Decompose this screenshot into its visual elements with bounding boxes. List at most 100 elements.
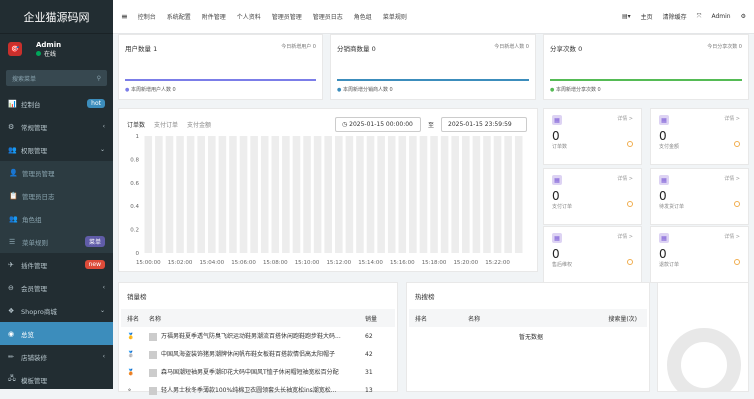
rank-icon: 🥈 bbox=[127, 350, 135, 358]
sidebar-item-6[interactable]: ☰ 菜单规则 菜单 bbox=[0, 230, 113, 253]
sidebar-item-label: 常规管理 bbox=[21, 123, 47, 132]
top-nav-item-6[interactable]: 角色组 bbox=[354, 12, 372, 21]
product-name: 森马国潮短袖男夏季潮印花大码中国风T恤子休闲帽短袖宽松百分配 bbox=[143, 363, 359, 381]
top-right-item-5[interactable]: ⚙ bbox=[741, 13, 746, 20]
top-nav-item-5[interactable]: 管理员日志 bbox=[313, 12, 343, 21]
sales-count: 31 bbox=[365, 368, 373, 376]
sidebar-item-4[interactable]: 📋 管理员日志 bbox=[0, 184, 113, 207]
x-tick-label: 15:18:00 bbox=[422, 260, 447, 266]
bar-background bbox=[366, 136, 375, 253]
bar-background bbox=[176, 136, 184, 253]
metric-value: 0 bbox=[552, 189, 560, 203]
top-right-item-3[interactable]: ⤧ bbox=[697, 13, 702, 21]
table-row[interactable]: 🥉 森马国潮短袖男夏季潮印花大码中国风T恤子休闲帽短袖宽松百分配 31 bbox=[121, 363, 395, 381]
menu-icon: 📊 bbox=[8, 99, 17, 108]
metric-value: 0 bbox=[659, 129, 667, 143]
app-logo[interactable]: 企业猫源码网 bbox=[0, 0, 113, 34]
bar-background bbox=[303, 136, 311, 253]
donut-chart bbox=[667, 328, 741, 391]
sidebar-item-label: 模板管理 bbox=[21, 376, 47, 385]
x-tick-label: 15:04:00 bbox=[199, 260, 224, 266]
metric-value: 0 bbox=[552, 247, 560, 261]
sidebar-item-2[interactable]: 👥 权限管理 ⌄ bbox=[0, 138, 113, 161]
metric-label: 售后维权 bbox=[552, 262, 573, 268]
donut-card bbox=[657, 282, 749, 392]
menu-toggle-icon[interactable]: ≡ bbox=[121, 12, 128, 21]
top-right-item-0[interactable]: ▤▾ bbox=[622, 13, 631, 20]
top-nav-item-2[interactable]: 附件管理 bbox=[202, 12, 226, 21]
menu-icon: 📋 bbox=[9, 191, 18, 200]
sidebar-item-9[interactable]: ❖ Shopro商城 ⌄ bbox=[0, 299, 113, 322]
table-row[interactable]: 🥈 中国风海盗装饰猪男潮牌休闲帆布鞋女板鞋百搭款情侣高太阳帽子 42 bbox=[121, 345, 395, 363]
sidebar-item-7[interactable]: ✈ 插件管理 new bbox=[0, 253, 113, 276]
top-nav-item-1[interactable]: 系统配置 bbox=[167, 12, 191, 21]
chevron-icon: ⌄ bbox=[99, 307, 105, 314]
product-name: 中国风海盗装饰猪男潮牌休闲帆布鞋女板鞋百搭款情侣高太阳帽子 bbox=[143, 345, 359, 363]
avatar: 🎯 bbox=[8, 42, 22, 56]
top-right-item-1[interactable]: 主页 bbox=[641, 12, 653, 21]
stat-title: 用户数量 1 bbox=[125, 45, 158, 53]
rank-icon: ⚬ bbox=[127, 386, 133, 394]
details-link[interactable]: 详情 > bbox=[724, 233, 740, 240]
y-tick-label: 0.2 bbox=[130, 228, 139, 234]
sidebar-item-0[interactable]: 📊 控制台 hot bbox=[0, 92, 113, 115]
top-right-item-2[interactable]: 清除缓存 bbox=[663, 12, 687, 21]
hot-empty-text: 暂无数据 bbox=[518, 333, 543, 341]
menu-icon: ⊖ bbox=[8, 283, 14, 292]
clock-icon bbox=[734, 201, 740, 207]
bar-background bbox=[197, 136, 205, 253]
search-icon[interactable]: ⚲ bbox=[97, 75, 101, 82]
menu-icon: 👥 bbox=[8, 145, 17, 154]
details-link[interactable]: 详情 > bbox=[724, 175, 740, 182]
metric-card-3[interactable]: ▦ 详情 > 0 待发货订单 bbox=[650, 168, 749, 225]
chevron-icon: ‹ bbox=[102, 123, 105, 130]
metric-label: 支付订单 bbox=[552, 204, 573, 210]
top-nav-item-3[interactable]: 个人资料 bbox=[237, 12, 261, 21]
top-right-item-4[interactable]: Admin bbox=[711, 13, 730, 20]
metric-icon: ▦ bbox=[659, 233, 669, 243]
x-tick-label: 15:02:00 bbox=[168, 260, 193, 266]
sidebar-item-label: 控制台 bbox=[21, 100, 41, 109]
metric-card-4[interactable]: ▦ 详情 > 0 售后维权 bbox=[543, 226, 642, 283]
x-tick-label: 15:10:00 bbox=[295, 260, 320, 266]
sidebar-item-8[interactable]: ⊖ 会员管理 ‹ bbox=[0, 276, 113, 299]
order-chart-card: 订单数 支付订单 支付金额 ◷ 2025-01-15 00:00:00 至 2025… bbox=[118, 108, 538, 272]
sidebar-item-1[interactable]: ⚙ 常规管理 ‹ bbox=[0, 115, 113, 138]
sidebar-item-label: 会员管理 bbox=[21, 284, 47, 293]
sales-count: 42 bbox=[365, 350, 373, 358]
table-row[interactable]: ⚬ 轻人男士秋冬季薄款100%纯棉卫衣圆领套头长袖宽松ins潮宽松... 13 bbox=[121, 381, 395, 399]
hot-col-rank: 排名 bbox=[415, 315, 428, 323]
stat-today: 今日分享次数 0 bbox=[707, 44, 742, 50]
sidebar-item-10[interactable]: ◉ 总览 bbox=[0, 322, 113, 345]
sidebar-item-12[interactable]: 🖧 模板管理 bbox=[0, 368, 113, 391]
top-nav-item-7[interactable]: 菜单规则 bbox=[383, 12, 407, 21]
top-nav: 控制台 系统配置 附件管理 个人资料 管理员管理 管理员日志 角色组 菜单规则 bbox=[138, 12, 418, 21]
top-nav-item-0[interactable]: 控制台 bbox=[138, 12, 156, 21]
details-link[interactable]: 详情 > bbox=[617, 115, 633, 122]
metric-card-2[interactable]: ▦ 详情 > 0 支付订单 bbox=[543, 168, 642, 225]
hot-search-card: 热搜榜 排名 名称 搜索量(次) 暂无数据 bbox=[406, 282, 650, 392]
details-link[interactable]: 详情 > bbox=[617, 175, 633, 182]
sidebar-item-3[interactable]: 👤 管理员管理 bbox=[0, 161, 113, 184]
bar-background bbox=[409, 136, 417, 253]
sidebar-item-11[interactable]: ✏ 店铺装修 ‹ bbox=[0, 345, 113, 368]
metric-card-0[interactable]: ▦ 详情 > 0 订单数 bbox=[543, 108, 642, 165]
top-nav-item-4[interactable]: 管理员管理 bbox=[272, 12, 302, 21]
sidebar-item-label: 管理员管理 bbox=[22, 169, 55, 178]
metric-value: 0 bbox=[552, 129, 560, 143]
y-tick-label: 1 bbox=[136, 134, 140, 140]
details-link[interactable]: 详情 > bbox=[617, 233, 633, 240]
sales-count: 13 bbox=[365, 386, 373, 394]
metric-card-1[interactable]: ▦ 详情 > 0 支付金额 bbox=[650, 108, 749, 165]
details-link[interactable]: 详情 > bbox=[724, 115, 740, 122]
sidebar-item-5[interactable]: 👥 角色组 bbox=[0, 207, 113, 230]
sidebar-search-input[interactable]: 搜索菜单 ⚲ bbox=[6, 70, 107, 86]
stat-footer: ● 本周新增用户人数 0 bbox=[125, 87, 176, 93]
table-row[interactable]: 🥇 万福男鞋夏季透气防臭飞织运动鞋男潮流百搭休闲跑鞋跑步鞋大码... 62 bbox=[121, 327, 395, 345]
x-tick-label: 15:14:00 bbox=[358, 260, 383, 266]
product-name: 万福男鞋夏季透气防臭飞织运动鞋男潮流百搭休闲跑鞋跑步鞋大码... bbox=[143, 327, 359, 345]
menu-icon: ⚙ bbox=[8, 122, 15, 131]
metric-card-5[interactable]: ▦ 详情 > 0 退款订单 bbox=[650, 226, 749, 283]
order-bar-chart: 1 0.8 0.6 0.4 0.2 0 15:00:00 15:02:00 15:04:00 15… bbox=[130, 134, 523, 266]
user-panel: 🎯 Admin 在线 bbox=[0, 34, 113, 64]
